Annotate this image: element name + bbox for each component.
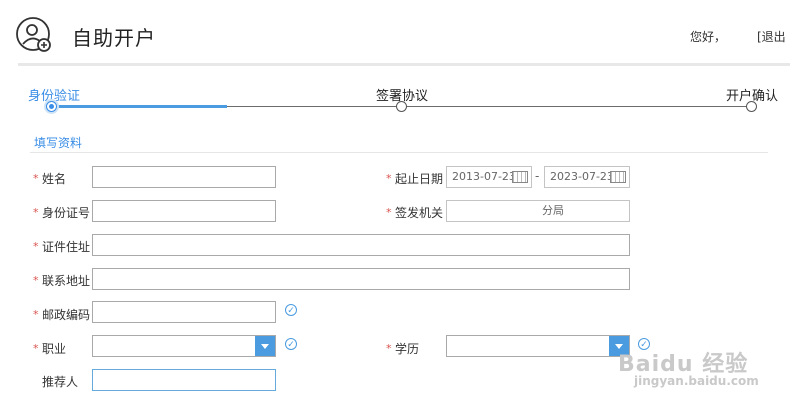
referrer-input[interactable] bbox=[92, 369, 276, 391]
education-select[interactable] bbox=[446, 335, 630, 357]
calendar-icon[interactable] bbox=[512, 171, 528, 183]
required-mark: * bbox=[33, 274, 39, 287]
greeting-text: 您好， bbox=[690, 30, 727, 44]
required-mark: * bbox=[33, 172, 39, 185]
watermark-url: jingyan.baidu.com bbox=[634, 374, 759, 388]
logout-link[interactable]: [退出 bbox=[757, 28, 786, 45]
required-mark: * bbox=[33, 240, 39, 253]
date-separator: - bbox=[535, 169, 540, 183]
end-date-input[interactable]: 2023-07-23 bbox=[544, 166, 630, 188]
required-mark: * bbox=[386, 206, 392, 219]
required-mark: * bbox=[386, 172, 392, 185]
postal-code-input[interactable] bbox=[92, 301, 276, 323]
id-address-label: 证件住址 bbox=[42, 240, 91, 254]
name-input[interactable] bbox=[92, 166, 276, 188]
step-progress-bar bbox=[52, 105, 227, 108]
validity-label: 起止日期 bbox=[395, 172, 444, 186]
contact-address-input[interactable] bbox=[92, 268, 630, 290]
required-mark: * bbox=[33, 206, 39, 219]
section-title: 填写资料 bbox=[34, 136, 83, 150]
postal-code-label: 邮政编码 bbox=[42, 308, 91, 322]
calendar-icon[interactable] bbox=[610, 171, 626, 183]
step-identity-dot bbox=[46, 101, 57, 112]
required-mark: * bbox=[386, 342, 392, 355]
step-agreement-dot bbox=[396, 101, 407, 112]
check-circle-icon: ✓ bbox=[285, 338, 297, 350]
occupation-label: 职业 bbox=[42, 342, 67, 356]
section-divider bbox=[30, 152, 768, 153]
education-label: 学历 bbox=[395, 342, 420, 356]
page-title: 自助开户 bbox=[72, 26, 156, 50]
header-divider bbox=[18, 63, 790, 66]
name-label: 姓名 bbox=[42, 172, 67, 186]
required-mark: * bbox=[33, 342, 39, 355]
start-date-input[interactable]: 2013-07-23 bbox=[446, 166, 532, 188]
issuer-input[interactable]: 分局 bbox=[446, 200, 630, 222]
id-address-input[interactable] bbox=[92, 234, 630, 256]
id-number-label: 身份证号 bbox=[42, 206, 91, 220]
contact-address-label: 联系地址 bbox=[42, 274, 91, 288]
chevron-down-icon[interactable] bbox=[255, 336, 275, 356]
referrer-label: 推荐人 bbox=[42, 375, 79, 389]
user-add-icon bbox=[16, 17, 51, 52]
check-circle-icon: ✓ bbox=[285, 304, 297, 316]
issuer-value: 分局 bbox=[542, 204, 564, 217]
step-confirm-dot bbox=[746, 101, 757, 112]
issuer-label: 签发机关 bbox=[395, 206, 444, 220]
required-mark: * bbox=[33, 308, 39, 321]
occupation-select[interactable] bbox=[92, 335, 276, 357]
id-number-input[interactable] bbox=[92, 200, 276, 222]
